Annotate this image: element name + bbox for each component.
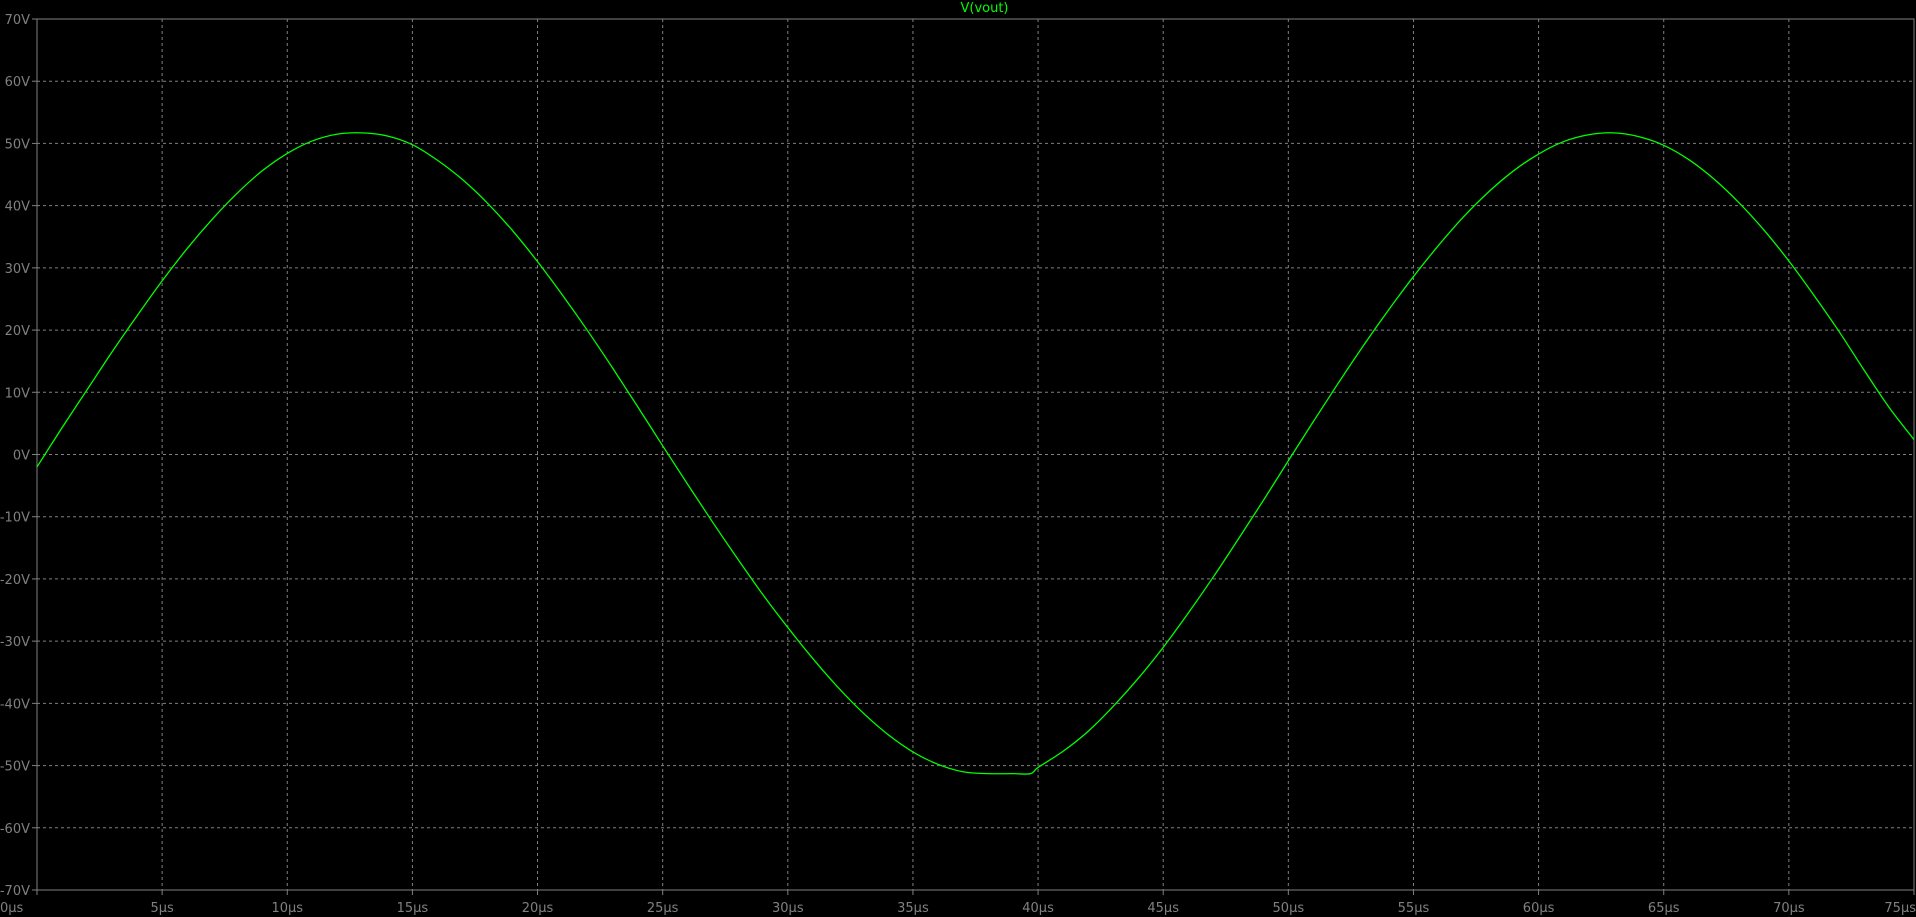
waveform-plot[interactable]: V(vout) 70V 60V 50V 40V 30V 20V 10V 0V -10V -20V -… [0, 0, 1916, 917]
y-tick-label: -60V [0, 822, 30, 837]
y-tick-label: 0V [13, 449, 30, 464]
x-tick-label: 15µs [397, 901, 429, 916]
y-axis: 70V 60V 50V 40V 30V 20V 10V 0V -10V -20V -30V -40V -… [0, 13, 37, 899]
y-tick-label: 20V [5, 324, 31, 339]
y-tick-label: 40V [5, 200, 31, 215]
x-tick-label: 70µs [1773, 901, 1805, 916]
x-tick-label: 10µs [271, 901, 303, 916]
x-tick-label: 65µs [1648, 901, 1680, 916]
x-tick-label: 50µs [1273, 901, 1305, 916]
y-tick-label: 60V [5, 75, 31, 90]
y-tick-label: -40V [0, 697, 30, 712]
y-tick-label: 70V [5, 13, 31, 28]
y-tick-label: -10V [0, 511, 30, 526]
x-tick-label: 30µs [772, 901, 804, 916]
x-tick-label: 25µs [647, 901, 679, 916]
x-tick-label: 45µs [1147, 901, 1179, 916]
x-tick-label: 20µs [522, 901, 554, 916]
series-line-vout[interactable] [36, 132, 1915, 775]
trace-title[interactable]: V(vout) [960, 1, 1008, 16]
x-tick-label: 60µs [1523, 901, 1555, 916]
x-tick-label: 35µs [897, 901, 929, 916]
waveform-plot-window[interactable]: V(vout) 70V 60V 50V 40V 30V 20V 10V 0V -10V -20V -… [0, 0, 1916, 917]
x-tick-label: 75µs [1884, 901, 1916, 916]
y-tick-label: 10V [5, 386, 31, 401]
grid-layer [37, 19, 1914, 890]
y-tick-label: -70V [0, 884, 30, 899]
y-tick-label: -30V [0, 635, 30, 650]
x-tick-label: 40µs [1022, 901, 1054, 916]
x-tick-label: 0µs [0, 901, 24, 916]
y-tick-label: 30V [5, 262, 31, 277]
y-tick-label: -50V [0, 760, 30, 775]
x-axis: 0µs 5µs 10µs 15µs 20µs 25µs 30µs 35µs 40µs 45µs 50… [0, 890, 1916, 916]
x-tick-label: 5µs [150, 901, 174, 916]
x-tick-label: 55µs [1398, 901, 1430, 916]
y-tick-label: 50V [5, 137, 31, 152]
y-tick-label: -20V [0, 573, 30, 588]
